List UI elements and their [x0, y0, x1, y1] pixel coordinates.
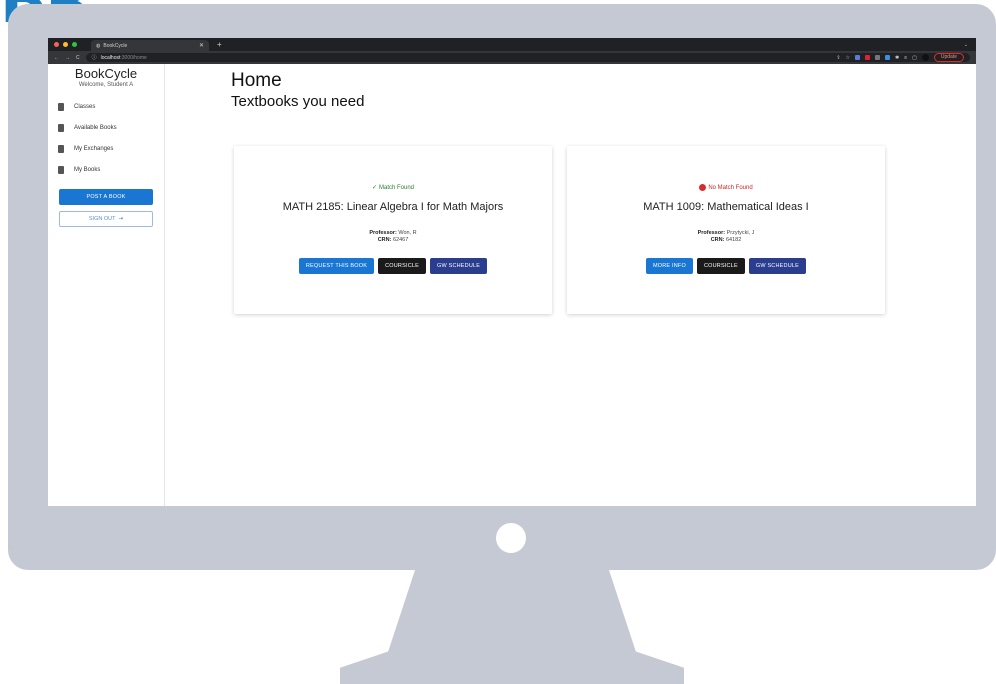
sidepanel-icon[interactable]: ▢ — [912, 55, 917, 61]
crn-value: 64182 — [725, 237, 742, 243]
reload-icon[interactable]: C — [76, 55, 80, 61]
sidebar-item-label: Available Books — [74, 124, 117, 131]
book-icon — [58, 123, 64, 132]
course-details: Professor: Won, R CRN: 62467 — [234, 230, 552, 244]
request-book-button[interactable]: REQUEST THIS BOOK — [298, 258, 375, 274]
update-button[interactable]: Update — [933, 53, 964, 62]
monitor-power-dot — [496, 523, 526, 553]
coursicle-button[interactable]: COURSICLE — [378, 258, 426, 274]
crn-label: CRN: — [710, 237, 725, 243]
extension-icon[interactable] — [885, 55, 891, 60]
match-status: ✓ Match Found — [234, 184, 552, 192]
textbook-card: No Match Found MATH 1009: Mathematical I… — [567, 146, 885, 314]
extension-icon[interactable] — [875, 55, 881, 60]
gw-schedule-button[interactable]: GW SCHEDULE — [748, 258, 806, 274]
browser-tab[interactable]: ◍ BookCycle ✕ — [91, 40, 209, 51]
error-icon — [699, 184, 707, 191]
professor-label: Professor: — [369, 230, 397, 236]
monitor-stand — [340, 568, 684, 684]
tab-search-icon[interactable]: ⌄ — [964, 42, 968, 48]
url-host: localhost — [100, 54, 121, 61]
course-details: Professor: Przytycki, J CRN: 64182 — [567, 230, 885, 244]
sidebar-item-my-books[interactable]: My Books — [48, 159, 164, 180]
more-info-button[interactable]: MORE INFO — [645, 258, 693, 274]
forward-icon[interactable]: → — [65, 55, 70, 61]
professor-name: Won, R — [398, 230, 417, 236]
sidebar-item-my-exchanges[interactable]: My Exchanges — [48, 138, 164, 159]
back-icon[interactable]: ← — [54, 55, 59, 61]
card-actions: MORE INFO COURSICLE GW SCHEDULE — [567, 258, 885, 274]
sidebar-item-classes[interactable]: Classes — [48, 96, 164, 117]
new-tab-button[interactable]: + — [217, 40, 222, 49]
card-actions: REQUEST THIS BOOK COURSICLE GW SCHEDULE — [234, 258, 552, 274]
book-icon — [58, 102, 64, 111]
gw-schedule-button[interactable]: GW SCHEDULE — [430, 258, 488, 274]
share-icon[interactable]: ⇪ — [836, 55, 840, 61]
site-info-icon[interactable]: ⓘ — [92, 54, 97, 61]
sign-out-button[interactable]: SIGN OUT ⇥ — [59, 211, 153, 227]
tab-title: BookCycle — [103, 42, 128, 49]
sidebar-item-label: My Exchanges — [74, 145, 114, 152]
sidebar-item-label: My Books — [74, 166, 101, 173]
browser-address-bar: ← → C ⓘ localhost:3000/home ⇪ ☆ ✱ ≡ ▢ Up… — [48, 51, 976, 64]
playlist-icon[interactable]: ≡ — [904, 55, 907, 61]
monitor-screen: ◍ BookCycle ✕ + ⌄ ← → C ⓘ localhost:3000… — [48, 38, 976, 506]
app-container: BookCycle Welcome, Student A Classes Ava… — [48, 64, 976, 506]
post-book-button[interactable]: POST A BOOK — [59, 189, 153, 205]
minimize-window-icon[interactable] — [63, 42, 68, 47]
sidebar-item-available-books[interactable]: Available Books — [48, 117, 164, 138]
page-subtitle: Textbooks you need — [231, 93, 365, 110]
status-text: No Match Found — [708, 184, 753, 191]
welcome-text: Welcome, Student A — [78, 82, 134, 88]
bookmark-star-icon[interactable]: ☆ — [846, 55, 850, 61]
sidebar-item-label: Classes — [74, 103, 96, 110]
course-title: MATH 2185: Linear Algebra I for Math Maj… — [282, 201, 504, 213]
url-field[interactable]: ⓘ localhost:3000/home ⇪ ☆ ✱ ≡ ▢ Update — [85, 53, 970, 62]
crn-value: 62467 — [392, 237, 409, 243]
match-status: No Match Found — [567, 184, 885, 191]
url-path: :3000/home — [120, 54, 147, 61]
sidebar-nav: Classes Available Books My Exchanges My … — [48, 96, 164, 180]
crn-label: CRN: — [377, 237, 392, 243]
logout-icon: ⇥ — [118, 216, 124, 222]
extension-icon[interactable] — [865, 55, 871, 60]
coursicle-button[interactable]: COURSICLE — [696, 258, 745, 274]
profile-avatar-icon[interactable] — [921, 54, 929, 61]
close-window-icon[interactable] — [54, 42, 59, 47]
checkmark-icon: ✓ — [371, 185, 377, 191]
sidebar: BookCycle Welcome, Student A Classes Ava… — [48, 64, 165, 506]
extension-icon[interactable] — [855, 55, 861, 60]
globe-icon: ◍ — [96, 42, 101, 49]
professor-label: Professor: — [697, 230, 726, 236]
app-brand: BookCycle — [74, 66, 138, 81]
main-content: Home Textbooks you need — [231, 64, 976, 110]
books-icon — [58, 144, 64, 153]
course-title: MATH 1009: Mathematical Ideas I — [643, 201, 809, 213]
book-icon — [58, 165, 64, 174]
textbook-card: ✓ Match Found MATH 2185: Linear Algebra … — [234, 146, 552, 314]
browser-tab-bar: ◍ BookCycle ✕ + ⌄ — [48, 38, 976, 51]
maximize-window-icon[interactable] — [72, 42, 77, 47]
tab-close-icon[interactable]: ✕ — [199, 42, 204, 49]
professor-name: Przytycki, J — [726, 230, 755, 236]
status-text: Match Found — [379, 184, 415, 191]
page-title: Home — [231, 70, 282, 91]
puzzle-icon[interactable]: ✱ — [895, 55, 899, 61]
sign-out-label: SIGN OUT — [88, 216, 116, 222]
